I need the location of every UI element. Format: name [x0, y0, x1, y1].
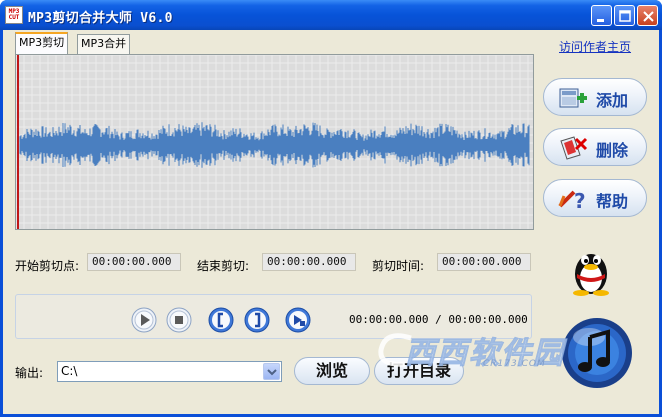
watermark-subtext: CR173.COM [483, 359, 546, 369]
title-bar[interactable]: MP3 CUT MP3剪切合并大师 V6.0 [0, 0, 662, 30]
output-label: 输出: [15, 366, 44, 380]
set-end-icon[interactable] [244, 307, 270, 333]
delete-icon [560, 136, 588, 160]
close-button[interactable] [637, 5, 658, 26]
maximize-button[interactable] [614, 5, 635, 26]
cut-duration-field[interactable]: 00:00:00.000 [437, 253, 531, 271]
start-cut-field[interactable]: 00:00:00.000 [87, 253, 181, 271]
minimize-button[interactable] [591, 5, 612, 26]
add-icon [559, 88, 587, 108]
playback-position: 00:00:00.000 / 00:00:00.000 [349, 313, 528, 326]
dropdown-button[interactable] [263, 363, 280, 380]
add-button[interactable]: 添加 [543, 78, 647, 116]
output-path-select[interactable]: C:\ [57, 361, 282, 382]
browse-button[interactable]: 浏览 [294, 357, 370, 385]
close-icon [643, 11, 654, 22]
client-area: MP3剪切 MP3合并 访问作者主页 添加 删除 ? 帮助 开始剪切点: 00:… [3, 30, 659, 414]
maximize-icon [619, 10, 631, 22]
app-icon: MP3 CUT [5, 6, 23, 24]
minimize-icon [597, 19, 604, 22]
end-cut-label: 结束剪切: [197, 259, 250, 273]
delete-button-label: 删除 [596, 141, 629, 160]
author-homepage-link[interactable]: 访问作者主页 [559, 38, 631, 55]
cut-duration-label: 剪切时间: [372, 259, 425, 273]
play-icon[interactable] [131, 307, 157, 333]
help-button[interactable]: ? 帮助 [543, 179, 647, 217]
set-start-icon[interactable] [208, 307, 234, 333]
help-icon: ? [558, 189, 586, 212]
output-path-value: C:\ [61, 364, 78, 378]
music-note-logo [562, 318, 632, 388]
preview-selection-icon[interactable] [285, 307, 311, 333]
help-button-label: 帮助 [596, 192, 629, 211]
end-cut-field[interactable]: 00:00:00.000 [262, 253, 356, 271]
waveform-display[interactable] [16, 55, 533, 229]
add-button-label: 添加 [596, 91, 629, 110]
tab-mp3-merge[interactable]: MP3合并 [77, 34, 131, 54]
tab-mp3-cut[interactable]: MP3剪切 [15, 32, 69, 54]
window-title: MP3剪切合并大师 V6.0 [28, 11, 173, 26]
app-window: MP3 CUT MP3剪切合并大师 V6.0 MP3剪切 MP3合并 访问作者主… [0, 0, 662, 417]
waveform-panel[interactable] [15, 54, 534, 230]
qq-penguin-icon[interactable] [569, 244, 613, 296]
stop-icon[interactable] [166, 307, 192, 333]
start-cut-label: 开始剪切点: [15, 259, 80, 273]
open-directory-button[interactable]: 打开目录 [374, 357, 464, 385]
delete-button[interactable]: 删除 [543, 128, 647, 166]
chevron-down-icon [267, 369, 277, 376]
svg-text:?: ? [574, 189, 586, 212]
